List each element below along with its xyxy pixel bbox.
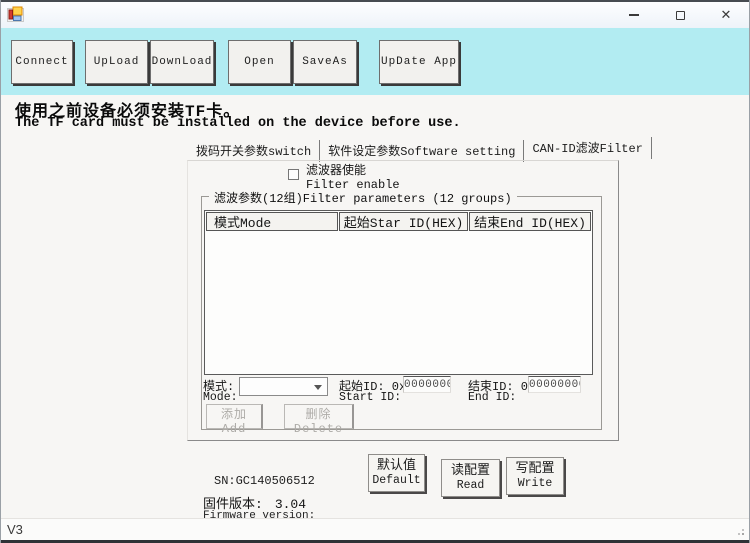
saveas-button[interactable]: SaveAs <box>293 40 357 84</box>
end-id-input[interactable] <box>528 376 581 393</box>
start-id-input[interactable] <box>403 376 451 393</box>
close-icon: ✕ <box>721 9 732 22</box>
filter-enable-checkbox[interactable]: 滤波器使能 Filter enable <box>288 164 400 192</box>
tab-switch-params[interactable]: 拨码开关参数switch <box>188 140 320 162</box>
app-icon <box>7 6 24 23</box>
tab-can-id-filter[interactable]: CAN-ID滤波Filter <box>524 137 651 159</box>
filter-enable-labels: 滤波器使能 Filter enable <box>306 164 400 192</box>
app-version-label: V3 <box>7 522 23 537</box>
column-header-end-id[interactable]: 结束End ID(HEX) <box>469 212 591 231</box>
open-button[interactable]: Open <box>228 40 291 84</box>
upload-button[interactable]: UpLoad <box>85 40 148 84</box>
read-label-en: Read <box>457 479 485 493</box>
column-header-mode[interactable]: 模式Mode <box>206 212 338 231</box>
add-button[interactable]: 添加 Add <box>206 404 263 429</box>
titlebar[interactable]: ✕ <box>1 2 749 28</box>
status-bar: V3 <box>1 518 749 540</box>
connect-button[interactable]: Connect <box>11 40 73 84</box>
toolbar: Connect UpLoad DownLoad Open SaveAs UpDa… <box>1 28 749 95</box>
resize-grip-icon[interactable] <box>742 533 744 535</box>
minimize-icon <box>629 14 639 16</box>
filter-enable-label-zh: 滤波器使能 <box>306 164 400 178</box>
default-label-zh: 默认值 <box>377 458 416 474</box>
filter-table-body[interactable] <box>206 233 591 373</box>
start-id-label-en: Start ID: <box>339 391 401 404</box>
checkbox-icon[interactable] <box>288 169 299 180</box>
write-config-button[interactable]: 写配置 Write <box>506 457 564 495</box>
maximize-button[interactable] <box>657 2 703 28</box>
tab-software-setting[interactable]: 软件设定参数Software setting <box>320 140 524 162</box>
download-button[interactable]: DownLoad <box>150 40 214 84</box>
column-header-start-id[interactable]: 起始Star ID(HEX) <box>339 212 468 231</box>
filter-params-group-title: 滤波参数(12组)Filter parameters (12 groups) <box>209 189 517 206</box>
write-label-zh: 写配置 <box>515 461 554 477</box>
filter-table: 模式Mode 起始Star ID(HEX) 结束End ID(HEX) <box>204 210 593 375</box>
tab-strip: 拨码开关参数switch 软件设定参数Software setting CAN-… <box>188 141 652 162</box>
delete-button[interactable]: 删除Delete <box>284 404 354 429</box>
app-window: ✕ Connect UpLoad DownLoad Open SaveAs Up… <box>0 0 750 543</box>
read-config-button[interactable]: 读配置 Read <box>441 459 500 497</box>
filter-table-header: 模式Mode 起始Star ID(HEX) 结束End ID(HEX) <box>205 211 592 231</box>
maximize-icon <box>676 11 685 20</box>
tf-card-notice-en: The TF card must be installed on the dev… <box>15 116 461 131</box>
serial-number: SN:GC140506512 <box>214 474 315 488</box>
chevron-down-icon <box>314 385 322 390</box>
read-label-zh: 读配置 <box>451 463 490 479</box>
default-button[interactable]: 默认值 Default <box>368 454 425 492</box>
default-label-en: Default <box>372 474 420 488</box>
mode-select[interactable] <box>239 377 328 396</box>
mode-label-en: Mode: <box>203 391 238 404</box>
window-controls: ✕ <box>611 2 749 28</box>
minimize-button[interactable] <box>611 2 657 28</box>
write-label-en: Write <box>518 477 553 491</box>
end-id-label-en: End ID: <box>468 391 516 404</box>
update-app-button[interactable]: UpDate App <box>379 40 459 84</box>
close-button[interactable]: ✕ <box>703 2 749 28</box>
